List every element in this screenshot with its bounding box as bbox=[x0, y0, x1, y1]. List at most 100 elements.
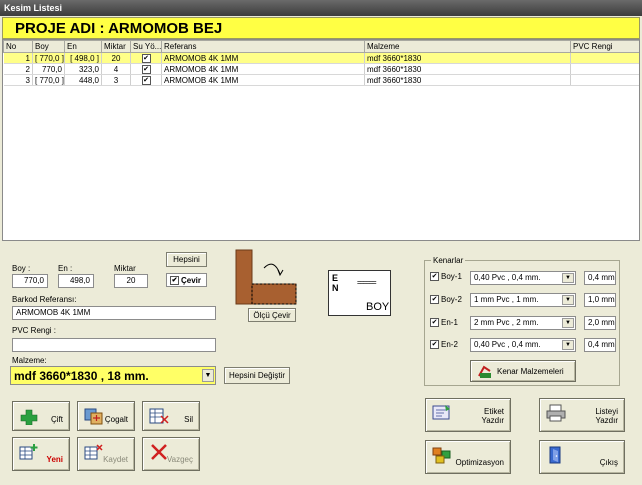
kenar-boy2-thickness[interactable]: 1,0 mm bbox=[584, 293, 616, 307]
vazgec-button[interactable]: Vazgeç bbox=[142, 437, 200, 471]
col-header-pvc[interactable]: PVC Rengi bbox=[570, 40, 639, 53]
kenar-en1-select[interactable]: 2 mm Pvc , 2 mm. ▼ bbox=[470, 316, 576, 330]
miktar-input[interactable]: 20 bbox=[114, 274, 148, 288]
etiket-yazdir-button[interactable]: Etiket Yazdır bbox=[425, 398, 511, 432]
board-preview bbox=[234, 248, 298, 306]
pvc-input[interactable] bbox=[12, 338, 216, 352]
cevir-checkbox[interactable]: ✔ Çevir bbox=[166, 273, 207, 287]
kenar-boy1-value: 0,40 Pvc , 0,4 mm. bbox=[474, 273, 541, 282]
sil-label: Sil bbox=[184, 415, 193, 424]
suyo-checkbox[interactable]: ✔ bbox=[141, 65, 151, 74]
label-print-icon bbox=[432, 405, 450, 420]
cell-suyo[interactable]: ✔ bbox=[130, 63, 162, 75]
col-header-referans[interactable]: Referans bbox=[161, 40, 365, 53]
cogalt-button[interactable]: Çogalt bbox=[77, 401, 135, 431]
cell-referans: ARMOMOB 4K 1MM bbox=[161, 52, 365, 64]
table-row[interactable]: 2 770,0 323,0 4 ✔ ARMOMOB 4K 1MM mdf 366… bbox=[3, 63, 639, 75]
boy-input[interactable]: 770,0 bbox=[12, 274, 48, 288]
kaydet-label: Kaydet bbox=[103, 455, 128, 464]
kenar-en2-thickness[interactable]: 0,4 mm bbox=[584, 338, 616, 352]
kenar-malzemeleri-button[interactable]: Kenar Malzemeleri bbox=[470, 360, 576, 382]
kenar-en1-thickness[interactable]: 2,0 mm bbox=[584, 316, 616, 330]
table-header: No Boy En Miktar Su Yö... Referans Malze… bbox=[3, 40, 639, 53]
optimizasyon-button[interactable]: Optimizasyon bbox=[425, 440, 511, 474]
malzeme-value: mdf 3660*1830 , 18 mm. bbox=[14, 369, 149, 383]
chevron-down-icon[interactable]: ▼ bbox=[562, 295, 574, 305]
chevron-down-icon[interactable]: ▼ bbox=[562, 318, 574, 328]
cell-boy: 770,0 bbox=[32, 63, 65, 75]
kenar-en2-checkbox[interactable]: ✔ En-2 bbox=[430, 340, 458, 349]
col-header-en[interactable]: En bbox=[64, 40, 102, 53]
save-rows-icon bbox=[84, 444, 103, 460]
listeyi-yazdir-button[interactable]: Listeyi Yazdır bbox=[539, 398, 625, 432]
cell-pvc bbox=[570, 63, 639, 75]
cevir-check-icon: ✔ bbox=[170, 275, 179, 285]
vazgec-label: Vazgeç bbox=[166, 455, 193, 464]
printer-icon bbox=[546, 404, 566, 422]
cikis-button[interactable]: Çıkış bbox=[539, 440, 625, 474]
hepsini-degistir-button[interactable]: Hepsini Değiştir bbox=[224, 367, 290, 384]
kenar-en1-label: En-1 bbox=[441, 318, 458, 327]
cift-button[interactable]: Çift bbox=[12, 401, 70, 431]
cell-malzeme: mdf 3660*1830 bbox=[364, 52, 571, 64]
listeyi-yazdir-label: Listeyi Yazdır bbox=[595, 407, 618, 425]
kenar-boy2-label: Boy-2 bbox=[441, 295, 462, 304]
kenar-en2-select[interactable]: 0,40 Pvc , 0,4 mm. ▼ bbox=[470, 338, 576, 352]
check-icon: ✔ bbox=[430, 272, 439, 281]
add-icon bbox=[20, 409, 38, 425]
hepsini-button[interactable]: Hepsini bbox=[166, 252, 207, 267]
kenar-en2-label: En-2 bbox=[441, 340, 458, 349]
cell-suyo[interactable]: ✔ bbox=[130, 74, 162, 86]
kenar-boy1-checkbox[interactable]: ✔ Boy-1 bbox=[430, 272, 462, 281]
malzeme-select[interactable]: mdf 3660*1830 , 18 mm. ▼ bbox=[10, 366, 216, 385]
kenar-boy1-thickness[interactable]: 0,4 mm bbox=[584, 271, 616, 285]
exit-door-icon bbox=[549, 446, 561, 464]
cell-suyo[interactable]: ✔ bbox=[130, 52, 162, 64]
table-row[interactable]: 1 [ 770,0 ] [ 498,0 ] 20 ✔ ARMOMOB 4K 1M… bbox=[3, 52, 639, 64]
col-header-boy[interactable]: Boy bbox=[32, 40, 65, 53]
cikis-label: Çıkış bbox=[599, 458, 618, 467]
en-input[interactable]: 498,0 bbox=[58, 274, 94, 288]
kenar-boy1-select[interactable]: 0,40 Pvc , 0,4 mm. ▼ bbox=[470, 271, 576, 285]
barkod-input[interactable]: ARMOMOB 4K 1MM bbox=[12, 306, 216, 320]
kenar-boy2-value: 1 mm Pvc , 1 mm. bbox=[474, 295, 539, 304]
etiket-yazdir-label: Etiket Yazdır bbox=[481, 407, 504, 425]
barkod-label: Barkod Referansı: bbox=[12, 295, 77, 304]
kaydet-button[interactable]: Kaydet bbox=[77, 437, 135, 471]
suyo-checkbox[interactable]: ✔ bbox=[141, 76, 151, 85]
orientation-boy-label: BOY bbox=[366, 301, 390, 313]
yeni-button[interactable]: Yeni bbox=[12, 437, 70, 471]
chevron-down-icon[interactable]: ▼ bbox=[562, 273, 574, 283]
kenar-boy1-label: Boy-1 bbox=[441, 272, 462, 281]
cut-list-table[interactable]: No Boy En Miktar Su Yö... Referans Malze… bbox=[2, 39, 640, 241]
table-row[interactable]: 3 [ 770,0 ] 448,0 3 ✔ ARMOMOB 4K 1MM mdf… bbox=[3, 74, 639, 86]
liste-line1: Listeyi bbox=[595, 407, 618, 416]
chevron-down-icon[interactable]: ▼ bbox=[562, 340, 574, 350]
col-header-suyo[interactable]: Su Yö... bbox=[130, 40, 162, 53]
col-header-malzeme[interactable]: Malzeme bbox=[364, 40, 571, 53]
cell-pvc bbox=[570, 74, 639, 86]
orientation-en-label: E N bbox=[332, 273, 339, 293]
yeni-label: Yeni bbox=[46, 455, 63, 464]
suyo-checkbox[interactable]: ✔ bbox=[141, 54, 151, 63]
kenarlar-title: Kenarlar bbox=[433, 256, 464, 265]
project-title: PROJE ADI : ARMOMOB BEJ bbox=[2, 17, 640, 39]
en-label: En : bbox=[58, 264, 73, 273]
olcu-cevir-button[interactable]: Ölçü Çevir bbox=[248, 308, 296, 322]
col-header-miktar[interactable]: Miktar bbox=[101, 40, 131, 53]
cell-en: 323,0 bbox=[64, 63, 102, 75]
kenar-boy2-select[interactable]: 1 mm Pvc , 1 mm. ▼ bbox=[470, 293, 576, 307]
cevir-label: Çevir bbox=[181, 275, 202, 285]
kenar-en1-checkbox[interactable]: ✔ En-1 bbox=[430, 318, 458, 327]
chevron-down-icon[interactable]: ▼ bbox=[202, 369, 214, 382]
orientation-preview: E N ====== BOY bbox=[328, 270, 391, 316]
kenar-boy2-checkbox[interactable]: ✔ Boy-2 bbox=[430, 295, 462, 304]
sil-button[interactable]: Sil bbox=[142, 401, 200, 431]
kenar-en1-value: 2 mm Pvc , 2 mm. bbox=[474, 318, 539, 327]
cell-referans: ARMOMOB 4K 1MM bbox=[161, 63, 365, 75]
delete-rows-icon bbox=[149, 408, 169, 424]
col-header-no[interactable]: No bbox=[3, 40, 33, 53]
cell-miktar: 4 bbox=[101, 63, 131, 75]
check-icon: ✔ bbox=[430, 340, 439, 349]
cell-miktar: 20 bbox=[101, 52, 131, 64]
